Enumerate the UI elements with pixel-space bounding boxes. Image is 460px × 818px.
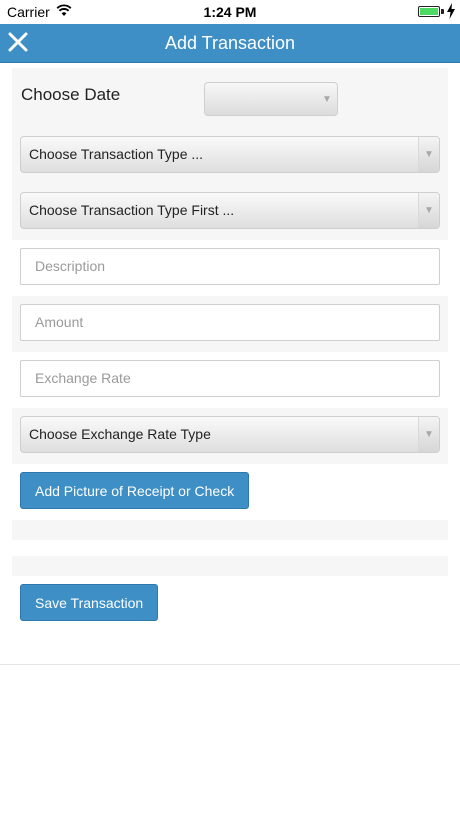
exchange-rate-type-label: Choose Exchange Rate Type [29,426,211,442]
receipt-preview-area [12,520,448,540]
empty-row [12,556,448,576]
chevron-down-icon: ▼ [322,93,332,105]
amount-placeholder: Amount [35,314,84,330]
divider [12,540,448,556]
date-row: Choose Date ▼ [12,68,448,128]
transaction-type-row: Choose Transaction Type ... ▼ [12,128,448,184]
description-row: Description [12,240,448,296]
chevron-down-icon: ▼ [418,193,439,228]
bottom-divider [0,664,460,665]
clock: 1:24 PM [203,4,257,20]
battery-icon [418,6,440,17]
transaction-type-label: Choose Transaction Type ... [29,146,204,162]
save-transaction-button[interactable]: Save Transaction [20,584,159,621]
amount-row: Amount [12,296,448,352]
page-title: Add Transaction [164,33,296,53]
transaction-subtype-row: Choose Transaction Type First ... ▼ [12,184,448,240]
add-picture-row: Add Picture of Receipt or Check [12,464,448,520]
date-label: Choose Date [21,85,121,104]
transaction-subtype-select[interactable]: Choose Transaction Type First ... ▼ [20,192,440,229]
navigation-bar: Add Transaction [0,24,460,63]
transaction-subtype-label: Choose Transaction Type First ... [29,202,235,218]
battery-tip [441,9,444,14]
transaction-type-select[interactable]: Choose Transaction Type ... ▼ [20,136,440,173]
exchange-rate-row: Exchange Rate [12,352,448,408]
transaction-form: Choose Date ▼ Choose Transaction Type ..… [12,68,448,632]
chevron-down-icon: ▼ [418,417,439,452]
exchange-rate-type-row: Choose Exchange Rate Type ▼ [12,408,448,464]
exchange-rate-input[interactable]: Exchange Rate [20,360,440,397]
chevron-down-icon: ▼ [418,137,439,172]
description-input[interactable]: Description [20,248,440,285]
description-placeholder: Description [35,258,106,274]
amount-input[interactable]: Amount [20,304,440,341]
exchange-rate-type-select[interactable]: Choose Exchange Rate Type ▼ [20,416,440,453]
add-picture-button[interactable]: Add Picture of Receipt or Check [20,472,250,509]
exchange-rate-placeholder: Exchange Rate [35,370,131,386]
status-bar: Carrier 1:24 PM [0,0,460,24]
charging-bolt-icon [447,3,455,19]
save-row: Save Transaction [12,576,448,632]
date-picker[interactable]: ▼ [204,82,338,116]
